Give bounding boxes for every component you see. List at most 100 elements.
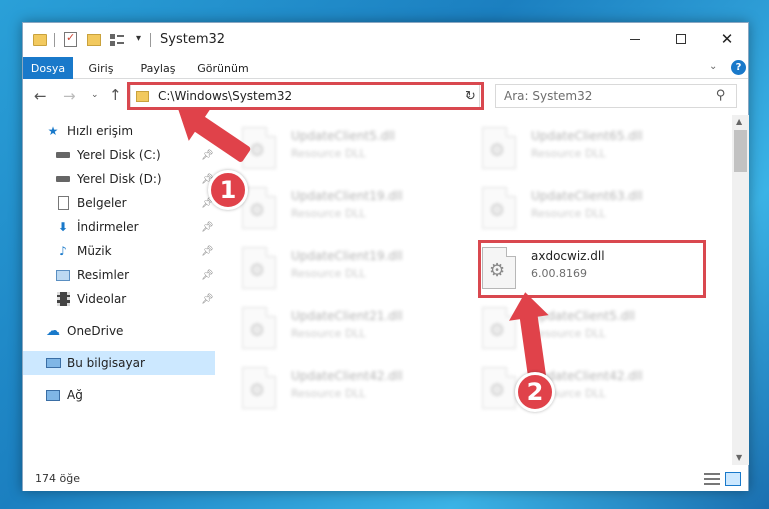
file-type: Resource DLL [291,147,366,160]
recent-locations-icon[interactable]: ⌄ [91,90,99,100]
help-icon[interactable]: ? [731,60,746,75]
pin-icon[interactable]: 📌︎ [201,270,214,281]
file-highlight-box [478,240,706,298]
file-name: UpdateClient42.dll [291,369,403,383]
maximize-button[interactable] [658,23,704,55]
file-name: UpdateClient21.dll [291,309,403,323]
new-folder-icon[interactable] [87,34,101,46]
file-name: UpdateClient19.dll [291,249,403,263]
customize-toolbar-icon[interactable]: ▾ [136,33,141,44]
pin-icon[interactable]: 📌︎ [201,246,214,257]
dll-file-icon: ⚙ [482,127,516,169]
sidebar-item-onedrive[interactable]: ☁ OneDrive [23,319,215,343]
file-item[interactable]: ⚙ UpdateClient5.dll Resource DLL [458,301,678,353]
sidebar-item-label: Bu bilgisayar [67,356,145,370]
pin-icon[interactable]: 📌︎ [201,222,214,233]
sidebar-item-label: Yerel Disk (D:) [77,172,162,186]
drive-icon [55,148,71,162]
up-arrow-icon[interactable]: ↑ [109,86,122,104]
file-type: Resource DLL [531,327,606,340]
step-badge-1: 1 [208,170,248,210]
sidebar-item-label: Hızlı erişim [67,124,134,138]
pin-icon[interactable]: 📌︎ [201,150,214,161]
sidebar-item-music[interactable]: ♪ Müzik 📌︎ [23,239,215,263]
file-item[interactable]: ⚙ UpdateClient42.dll Resource DLL [218,361,438,413]
sidebar-item-label: İndirmeler [77,220,139,234]
tab-dosya[interactable]: Dosya [23,57,73,79]
sidebar-item-label: OneDrive [67,324,124,338]
drive-icon [55,172,71,186]
tab-gorunum[interactable]: Görünüm [193,57,253,79]
file-type: Resource DLL [531,147,606,160]
dll-file-icon: ⚙ [482,367,516,409]
properties-icon[interactable] [64,31,77,47]
scroll-down-icon[interactable]: ▼ [736,453,742,462]
title-bar: ▾ System32 ✕ [23,23,748,57]
forward-arrow-icon[interactable]: → [63,87,76,105]
file-item[interactable]: ⚙ UpdateClient21.dll Resource DLL [218,301,438,353]
search-placeholder: Ara: System32 [504,89,593,103]
minimize-button[interactable] [612,23,658,55]
item-count: 174 öğe [35,472,80,485]
tiles-view-icon[interactable] [725,472,741,486]
download-icon: ⬇ [57,220,69,234]
dll-file-icon: ⚙ [242,367,276,409]
details-view-icon[interactable] [704,473,720,485]
maximize-icon [676,34,686,44]
file-type: Resource DLL [291,327,366,340]
window-title: System32 [160,32,226,47]
search-icon: ⚲ [716,88,726,103]
folder-icon[interactable] [33,34,47,46]
cloud-icon: ☁ [46,323,60,339]
tab-paylas[interactable]: Paylaş [134,57,182,79]
tab-giris[interactable]: Giriş [81,57,121,79]
documents-icon [55,196,71,210]
sidebar-item-label: Videolar [77,292,127,306]
sidebar-item-local-disk-c[interactable]: Yerel Disk (C:) 📌︎ [23,143,215,167]
expand-ribbon-icon[interactable]: ⌄ [709,61,717,72]
sidebar-item-network[interactable]: Ağ [23,383,215,407]
file-item[interactable]: ⚙ UpdateClient5.dll Resource DLL [218,121,438,173]
computer-icon [45,356,61,370]
navigation-bar: ← → ⌄ ↑ C:\Windows\System32 ⌄ ↻ Ara: Sys… [23,79,748,115]
sidebar-item-label: Resimler [77,268,130,282]
file-type: Resource DLL [291,267,366,280]
file-item[interactable]: ⚙ UpdateClient42.dll Resource DLL [458,361,678,413]
title-divider [150,33,151,47]
file-item[interactable]: ⚙ UpdateClient63.dll Resource DLL [458,181,678,233]
status-bar: 174 öğe [23,467,748,491]
file-name: UpdateClient19.dll [291,189,403,203]
scrollbar-thumb[interactable] [734,130,747,172]
ribbon-tabs: Dosya Giriş Paylaş Görünüm ⌄ ? [23,57,748,79]
sidebar-item-label: Belgeler [77,196,127,210]
minimize-icon [630,38,640,40]
sidebar-item-label: Yerel Disk (C:) [77,148,161,162]
file-name: UpdateClient63.dll [531,189,643,203]
search-input[interactable]: Ara: System32 ⚲ [495,84,737,108]
dll-file-icon: ⚙ [242,247,276,289]
videos-icon [55,292,71,306]
view-icon[interactable] [110,34,130,46]
close-button[interactable]: ✕ [704,23,750,55]
sidebar-item-documents[interactable]: Belgeler 📌︎ [23,191,215,215]
file-name: UpdateClient5.dll [291,129,395,143]
sidebar-item-downloads[interactable]: ⬇ İndirmeler 📌︎ [23,215,215,239]
sidebar-item-this-pc[interactable]: Bu bilgisayar [23,351,215,375]
step-badge-2: 2 [515,372,555,412]
file-type: Resource DLL [531,207,606,220]
scroll-up-icon[interactable]: ▲ [736,117,742,126]
back-arrow-icon[interactable]: ← [34,87,47,105]
file-item[interactable]: ⚙ UpdateClient65.dll Resource DLL [458,121,678,173]
pin-icon[interactable]: 📌︎ [201,294,214,305]
sidebar-item-videos[interactable]: Videolar 📌︎ [23,287,215,311]
sidebar-item-label: Müzik [77,244,112,258]
toolbar-divider [54,33,55,47]
star-icon: ★ [47,124,59,138]
file-item[interactable]: ⚙ UpdateClient19.dll Resource DLL [218,241,438,293]
vertical-scrollbar[interactable]: ▲ ▼ [732,115,749,465]
sidebar-item-pictures[interactable]: Resimler 📌︎ [23,263,215,287]
file-item[interactable]: ⚙ UpdateClient19.dll Resource DLL [218,181,438,233]
music-icon: ♪ [59,244,67,258]
dll-file-icon: ⚙ [482,187,516,229]
sidebar-item-local-disk-d[interactable]: Yerel Disk (D:) 📌︎ [23,167,215,191]
